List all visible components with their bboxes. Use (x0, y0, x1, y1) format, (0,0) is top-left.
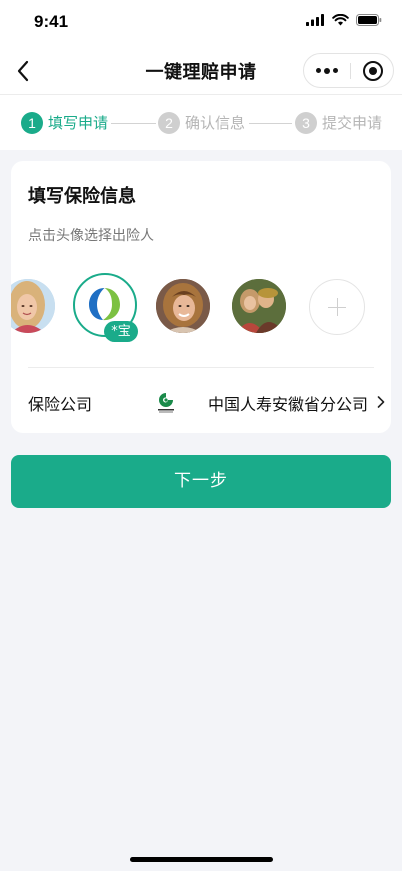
signal-icon (306, 14, 324, 26)
more-button[interactable] (304, 54, 349, 87)
insurer-label: 保险公司 (28, 395, 93, 414)
person-photo-icon (156, 279, 210, 333)
capsule-divider (350, 63, 351, 79)
step-connector-1 (111, 123, 156, 124)
step-connector-2 (249, 123, 292, 124)
home-indicator (130, 857, 273, 862)
status-time: 9:41 (34, 12, 69, 31)
add-insured-button[interactable] (309, 279, 365, 335)
card-hint: 点击头像选择出险人 (28, 228, 154, 244)
insured-avatar-3[interactable] (156, 279, 210, 333)
wifi-icon (332, 14, 349, 26)
step-1-label: 填写申请 (48, 114, 109, 132)
battery-icon (356, 14, 382, 26)
step-2-label: 确认信息 (185, 114, 246, 132)
insurer-select[interactable]: 中国人寿安徽省分公司 (151, 385, 391, 419)
close-mini-program-icon[interactable] (363, 61, 383, 81)
person-photo-icon (11, 279, 55, 333)
status-icons (306, 14, 382, 26)
insurance-info-card: 填写保险信息 点击头像选择出险人 *宝 保险公司 中国人寿安徽省分公司 (11, 161, 391, 433)
step-3-number: 3 (295, 112, 317, 134)
step-1-number: 1 (21, 112, 43, 134)
more-icon (315, 68, 321, 73)
mini-program-capsule (303, 53, 394, 88)
family-photo-icon (232, 279, 286, 333)
step-2-number: 2 (158, 112, 180, 134)
nav-divider (0, 94, 402, 95)
header-area: 9:41 一键理赔申请 1 填写申请 2 确认信息 3 提交申请 (0, 0, 402, 150)
insured-avatar-4[interactable] (232, 279, 286, 333)
insured-avatar-1[interactable] (11, 279, 55, 333)
card-title: 填写保险信息 (28, 186, 136, 207)
card-divider (28, 367, 374, 368)
next-step-button[interactable]: 下一步 (11, 455, 391, 508)
selected-avatar-badge: *宝 (104, 321, 138, 342)
step-3-label: 提交申请 (322, 114, 383, 132)
chevron-right-icon (377, 396, 385, 408)
insurer-value: 中国人寿安徽省分公司 (207, 395, 368, 414)
china-life-logo-icon (158, 393, 174, 413)
